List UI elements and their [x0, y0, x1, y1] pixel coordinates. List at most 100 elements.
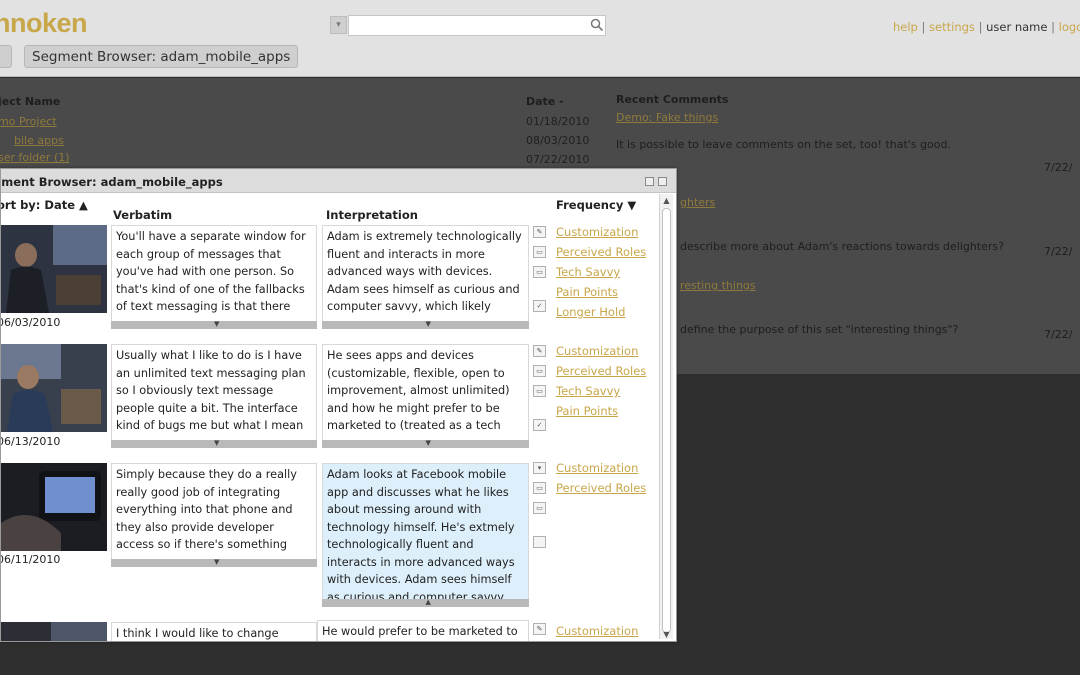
top-bar: hnoken ▾ help | settings | user name | l… — [0, 0, 1080, 77]
expand-handle[interactable]: ▲ — [322, 598, 529, 607]
comment-text: describe more about Adam's reactions tow… — [680, 240, 1005, 253]
tag-link[interactable]: Customization — [556, 341, 646, 361]
separator: | — [1051, 20, 1059, 34]
checkbox-icon[interactable]: ✓ — [533, 419, 546, 431]
project-date: 07/22/2010 — [526, 153, 590, 166]
comment-icon[interactable]: ▭ — [533, 385, 546, 397]
scrollbar-thumb[interactable] — [662, 208, 671, 633]
window-scrollbar[interactable]: ▲ ▼ — [659, 194, 673, 639]
edit-icon[interactable]: ✎ — [533, 623, 546, 635]
tag-link[interactable]: Perceived Roles — [556, 361, 646, 381]
expand-handle[interactable]: ▼ — [111, 558, 317, 567]
comment-link[interactable]: Demo: Fake things — [616, 111, 718, 124]
comment-link[interactable]: resting things — [680, 279, 756, 292]
frequency-header[interactable]: Frequency ▼ — [556, 198, 636, 212]
project-date: 08/03/2010 — [526, 134, 590, 147]
edit-icon[interactable]: ✎ — [533, 345, 546, 357]
tag-list: Customization Perceived Roles Tech Savvy… — [556, 222, 646, 322]
search-icon[interactable] — [590, 18, 604, 32]
verbatim-cell[interactable]: You'll have a separate window for each g… — [111, 225, 317, 321]
comment-icon[interactable]: ▭ — [533, 502, 546, 514]
sort-value[interactable]: Date — [44, 198, 75, 212]
minimize-icon[interactable] — [645, 177, 654, 186]
search-input[interactable] — [348, 15, 606, 36]
tab-previous[interactable] — [0, 45, 12, 68]
comment-date: 7/22/ — [1044, 328, 1073, 341]
tag-link[interactable]: Perceived Roles — [556, 242, 646, 262]
scroll-down-icon[interactable]: ▼ — [662, 630, 671, 639]
comment-icon[interactable]: ▭ — [533, 266, 546, 278]
interpretation-cell[interactable]: He would prefer to be marketed to — [317, 620, 529, 641]
segment-date: 06/03/2010 — [0, 316, 61, 329]
tag-link[interactable]: Tech Savvy — [556, 262, 646, 282]
tag-link[interactable]: Perceived Roles — [556, 478, 646, 498]
tab-segment-browser[interactable]: Segment Browser: adam_mobile_apps — [24, 45, 299, 68]
video-thumbnail[interactable] — [1, 622, 107, 641]
tag-link[interactable]: Tech Savvy — [556, 381, 646, 401]
demo-project-link[interactable]: mo Project — [0, 115, 57, 128]
video-thumbnail[interactable] — [1, 344, 107, 432]
copy-icon[interactable]: ▭ — [533, 365, 546, 377]
expand-handle[interactable]: ▼ — [111, 439, 317, 448]
project-name-header: ject Name — [0, 95, 61, 108]
username: user name — [986, 20, 1048, 34]
interpretation-header: Interpretation — [326, 208, 418, 222]
edit-icon[interactable]: ✎ — [533, 226, 546, 238]
project-row[interactable]: ser folder (1) — [0, 151, 70, 164]
window-title: gment Browser: adam_mobile_apps — [0, 175, 223, 189]
date-header[interactable]: Date - — [526, 95, 564, 108]
help-link[interactable]: help — [893, 20, 918, 34]
app-logo[interactable]: hnoken — [0, 8, 88, 39]
tag-link[interactable]: Customization — [556, 458, 646, 478]
expand-handle[interactable]: ▼ — [322, 439, 529, 448]
interpretation-cell[interactable]: He sees apps and devices (customizable, … — [322, 344, 529, 440]
verbatim-cell[interactable]: Simply because they do a really really g… — [111, 463, 317, 559]
sort-label: ort by: — [0, 198, 41, 212]
window-titlebar[interactable]: gment Browser: adam_mobile_apps — [0, 169, 676, 193]
video-thumbnail[interactable] — [1, 463, 107, 551]
settings-link[interactable]: settings — [929, 20, 975, 34]
scroll-up-icon[interactable]: ▲ — [662, 196, 671, 205]
tag-list: Customization Perceived Roles Tech Savvy… — [556, 341, 646, 421]
row-actions: ✎ ▭ ▭ ✓ — [533, 345, 547, 439]
separator: | — [921, 20, 930, 34]
segment-browser-window: gment Browser: adam_mobile_apps ort by: … — [0, 168, 677, 642]
frequency-label: Frequency — [556, 198, 624, 212]
sort-ascending-icon[interactable]: ▲ — [79, 198, 88, 212]
row-actions: ✎ ▭ ▭ ✓ — [533, 226, 547, 320]
segment-date: 06/13/2010 — [0, 435, 61, 448]
comment-text: It is possible to leave comments on the … — [616, 138, 951, 151]
comment-link[interactable]: ghters — [680, 196, 715, 209]
verbatim-cell[interactable]: I think I would like to change — [111, 622, 317, 641]
expand-handle[interactable]: ▼ — [322, 320, 529, 329]
top-links: help | settings | user name | logo — [893, 20, 1080, 34]
sort-descending-icon[interactable]: ▼ — [627, 198, 636, 212]
project-date: 01/18/2010 — [526, 115, 590, 128]
tag-link[interactable]: Pain Points — [556, 282, 646, 302]
comment-text: define the purpose of this set "interest… — [680, 323, 959, 336]
tag-list: Customization — [556, 621, 638, 641]
tag-link[interactable]: Customization — [556, 222, 646, 242]
video-thumbnail[interactable] — [1, 225, 107, 313]
project-row[interactable]: bile apps — [14, 134, 64, 147]
verbatim-cell[interactable]: Usually what I like to do is I have an u… — [111, 344, 317, 440]
tag-link[interactable]: Pain Points — [556, 401, 646, 421]
chevron-down-icon[interactable]: ▾ — [533, 462, 546, 474]
recent-comments-title: Recent Comments — [616, 93, 729, 106]
checkbox-icon[interactable] — [533, 536, 546, 548]
interpretation-cell[interactable]: Adam is extremely technologically fluent… — [322, 225, 529, 321]
comment-date: 7/22/ — [1044, 161, 1073, 174]
expand-handle[interactable]: ▼ — [111, 320, 317, 329]
interpretation-cell-selected[interactable]: Adam looks at Facebook mobile app and di… — [322, 463, 529, 599]
tag-list: Customization Perceived Roles — [556, 458, 646, 498]
checkbox-icon[interactable]: ✓ — [533, 300, 546, 312]
search-scope-button[interactable]: ▾ — [330, 16, 347, 34]
copy-icon[interactable]: ▭ — [533, 482, 546, 494]
tag-link[interactable]: Longer Hold — [556, 302, 646, 322]
row-actions: ▾ ▭ ▭ — [533, 462, 547, 556]
close-icon[interactable] — [658, 177, 667, 186]
copy-icon[interactable]: ▭ — [533, 246, 546, 258]
logout-link[interactable]: logo — [1059, 20, 1080, 34]
sort-control[interactable]: ort by: Date ▲ — [0, 198, 88, 212]
tag-link[interactable]: Customization — [556, 621, 638, 641]
